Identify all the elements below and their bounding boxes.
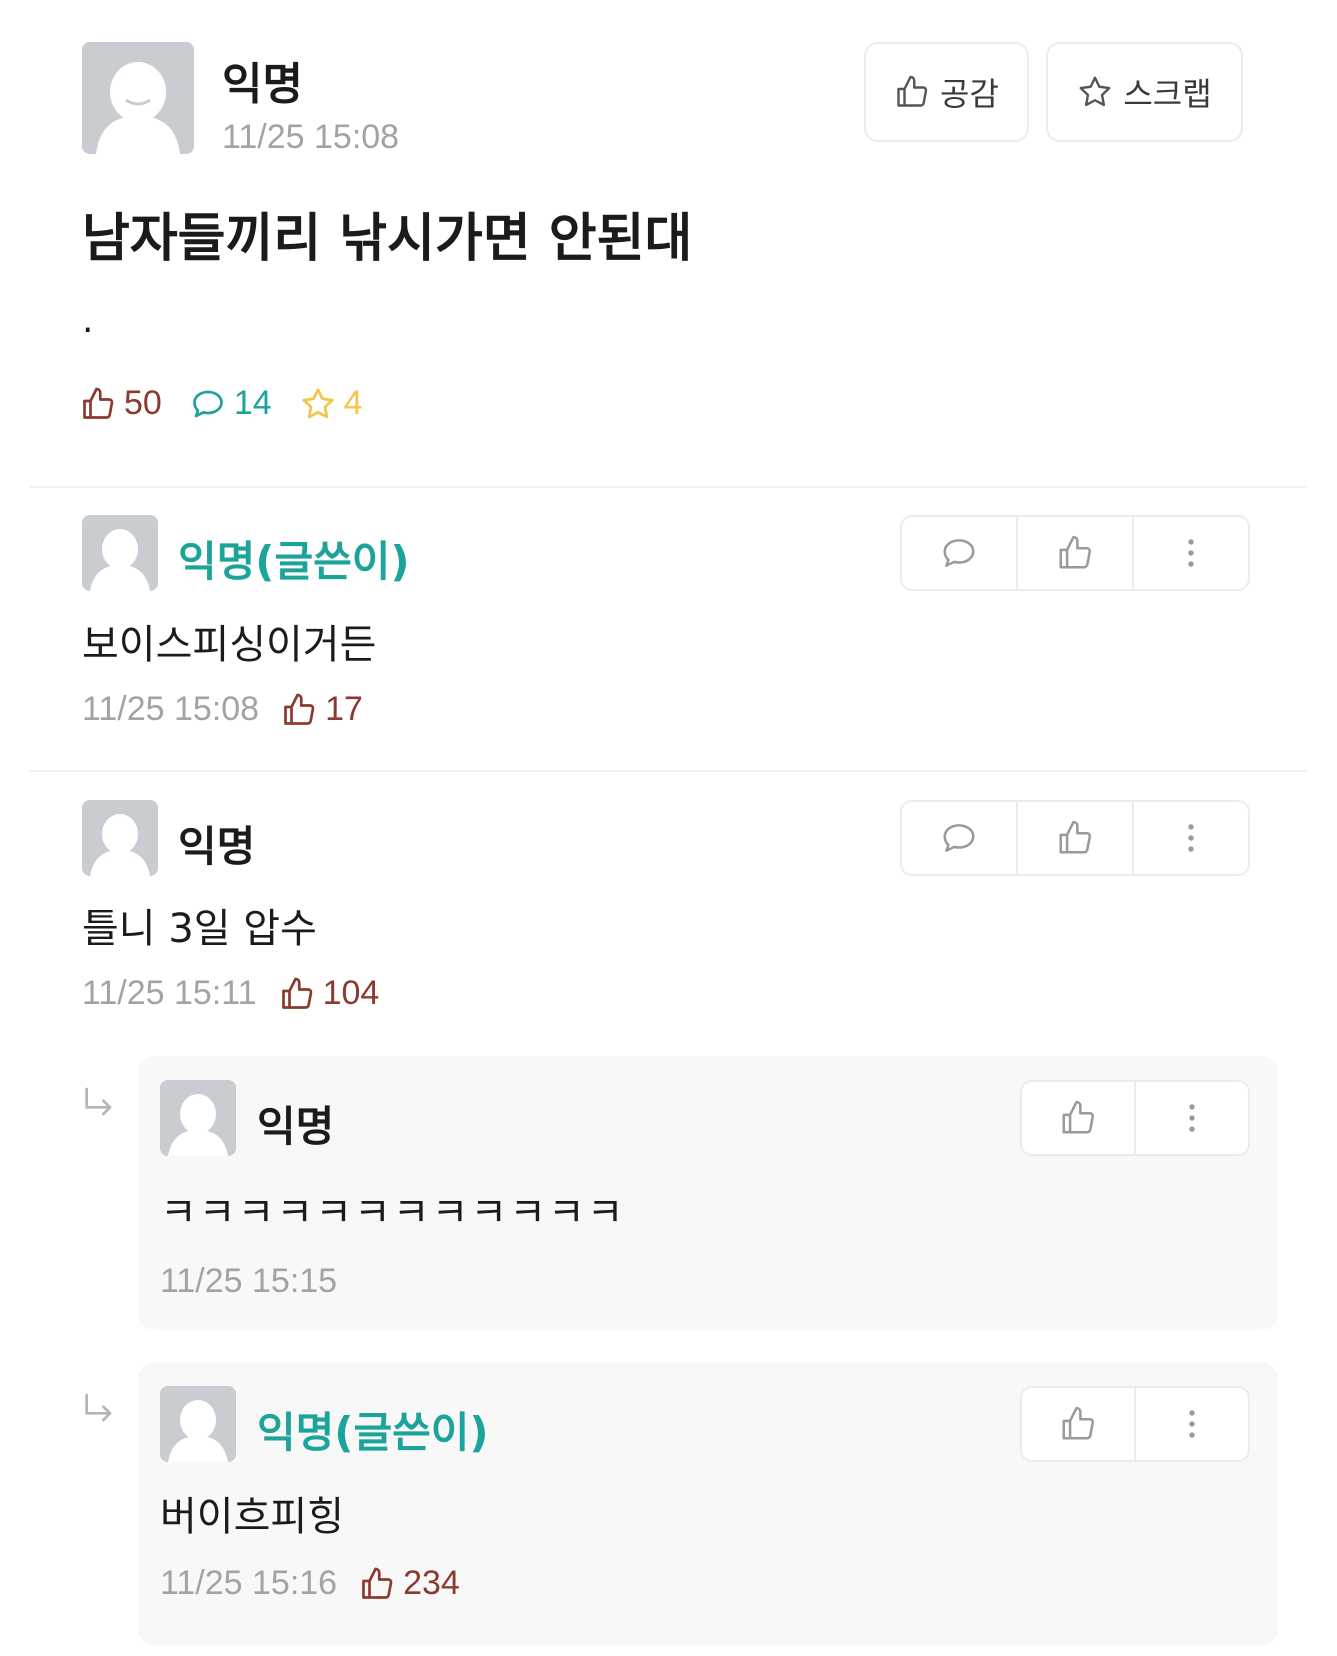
user-avatar-icon xyxy=(82,800,158,876)
reply-text: ㅋㅋㅋㅋㅋㅋㅋㅋㅋㅋㅋㅋ xyxy=(160,1190,626,1236)
reply-like-button[interactable] xyxy=(1022,1082,1136,1154)
user-avatar-icon xyxy=(82,515,158,591)
post-avatar xyxy=(82,42,194,154)
thumbs-up-icon xyxy=(1062,1406,1095,1440)
thumbs-up-icon xyxy=(1059,820,1092,854)
reply-text: 버이흐피힝 xyxy=(160,1494,344,1540)
comment-icon xyxy=(192,390,223,417)
post-comment-count: 14 xyxy=(190,384,272,423)
more-options-button[interactable] xyxy=(1136,1082,1248,1154)
comment-time: 11/25 15:08 xyxy=(82,690,260,728)
more-options-button[interactable] xyxy=(1134,517,1248,589)
star-icon xyxy=(1079,76,1111,107)
comment-avatar xyxy=(82,800,158,876)
post-title: 남자들끼리 낚시가면 안된대 xyxy=(82,209,693,269)
more-vertical-icon xyxy=(1188,824,1194,852)
comment-like-count-value: 104 xyxy=(322,974,380,1012)
reply-author: 익명(글쓴이) xyxy=(257,1408,489,1457)
thumbs-up-icon xyxy=(83,387,114,419)
divider xyxy=(30,486,1307,488)
comment-author: 익명 xyxy=(178,822,256,871)
comment-actions xyxy=(900,515,1250,591)
comment-like-button[interactable] xyxy=(1018,802,1134,874)
reply-time: 11/25 15:15 xyxy=(160,1262,338,1300)
thumbs-up-icon xyxy=(897,75,928,107)
comment-text: 보이스피싱이거든 xyxy=(82,622,377,668)
post-comment-count-value: 14 xyxy=(233,384,272,422)
post-body: . xyxy=(82,300,94,341)
divider xyxy=(30,770,1307,772)
reply-arrow-icon xyxy=(85,1393,112,1422)
post-stats: 50 14 4 xyxy=(80,384,363,423)
comment-time: 11/25 15:11 xyxy=(82,974,257,1012)
reply-like-count-value: 234 xyxy=(403,1564,460,1602)
reply-like-button[interactable] xyxy=(1022,1388,1136,1460)
comment-icon xyxy=(943,539,975,567)
post-author: 익명 xyxy=(222,59,303,110)
post-scrap-count: 4 xyxy=(300,384,363,423)
scrap-button[interactable]: 스크랩 xyxy=(1046,42,1243,142)
thumbs-up-icon xyxy=(281,977,312,1009)
thumbs-up-icon xyxy=(284,693,315,725)
reply-avatar xyxy=(160,1080,236,1156)
comment-meta: 11/25 15:11 104 xyxy=(82,974,379,1013)
comment-actions xyxy=(900,800,1250,876)
user-avatar-icon xyxy=(82,42,194,154)
comment-text: 틀니 3일 압수 xyxy=(82,906,317,952)
more-options-button[interactable] xyxy=(1134,802,1248,874)
reply-avatar xyxy=(160,1386,236,1462)
comment-author: 익명(글쓴이) xyxy=(178,537,410,586)
reply-author: 익명 xyxy=(257,1102,335,1151)
reply-button[interactable] xyxy=(902,802,1018,874)
comment-avatar xyxy=(82,515,158,591)
thumbs-up-icon xyxy=(1062,1100,1095,1134)
comment-meta: 11/25 15:08 17 xyxy=(82,690,363,729)
like-button[interactable]: 공감 xyxy=(864,42,1029,142)
more-vertical-icon xyxy=(1188,539,1194,567)
reply-actions xyxy=(1020,1386,1250,1462)
comment-like-count: 17 xyxy=(281,690,363,729)
comment-icon xyxy=(943,824,975,852)
post-like-count: 50 xyxy=(80,384,162,423)
reply-button[interactable] xyxy=(902,517,1018,589)
reply-arrow-icon xyxy=(85,1087,112,1116)
scrap-button-label: 스크랩 xyxy=(1123,75,1212,113)
post-like-count-value: 50 xyxy=(124,384,162,422)
post-time: 11/25 15:08 xyxy=(222,118,400,156)
reply-actions xyxy=(1020,1080,1250,1156)
post-scrap-count-value: 4 xyxy=(343,384,363,422)
comment-like-button[interactable] xyxy=(1018,517,1134,589)
thumbs-up-icon xyxy=(1059,535,1092,569)
reply-like-count: 234 xyxy=(359,1564,460,1603)
like-button-label: 공감 xyxy=(940,75,999,113)
reply-time: 11/25 15:16 xyxy=(160,1564,338,1602)
reply-meta: 11/25 15:16 234 xyxy=(160,1564,460,1603)
user-avatar-icon xyxy=(160,1080,236,1156)
user-avatar-icon xyxy=(160,1386,236,1462)
more-options-button[interactable] xyxy=(1136,1388,1248,1460)
comment-like-count-value: 17 xyxy=(325,690,363,728)
comment-like-count: 104 xyxy=(279,974,380,1013)
more-vertical-icon xyxy=(1189,1410,1195,1438)
thumbs-up-icon xyxy=(362,1567,393,1599)
more-vertical-icon xyxy=(1189,1104,1195,1132)
star-icon xyxy=(302,387,334,418)
